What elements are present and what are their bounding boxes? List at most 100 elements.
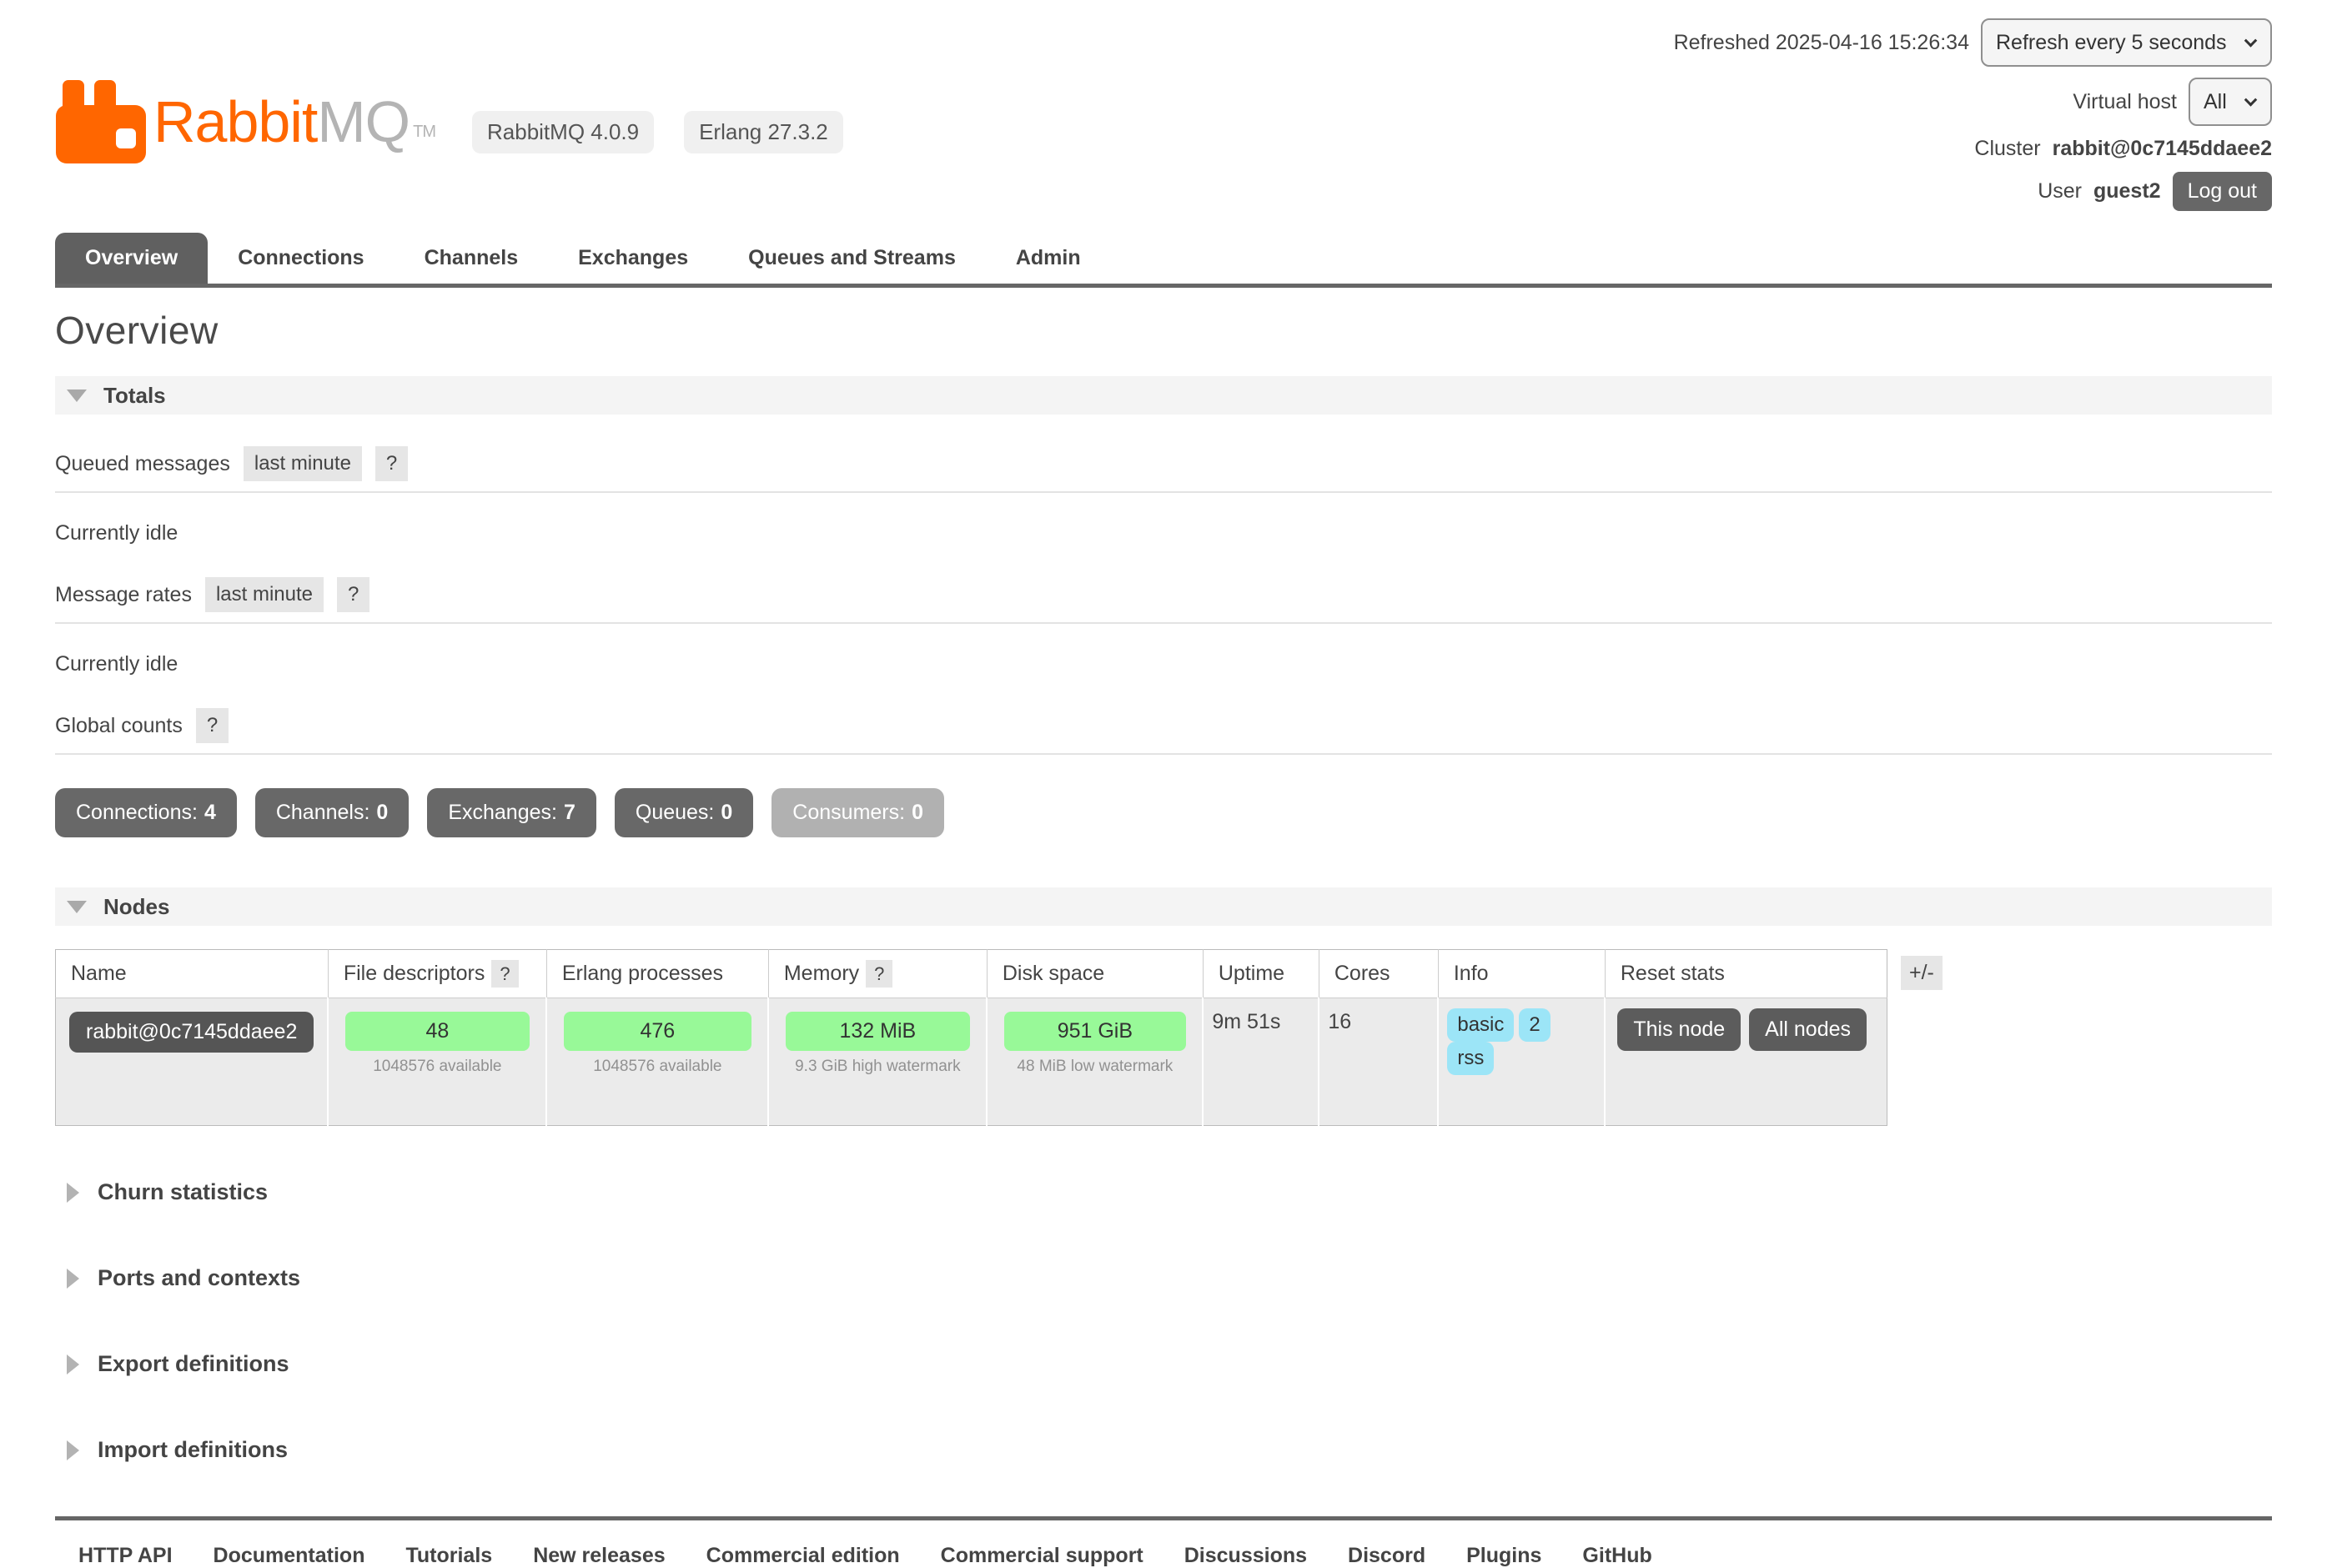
node-name-cell: rabbit@0c7145ddaee2 [56, 998, 329, 1126]
tab-admin[interactable]: Admin [986, 233, 1111, 284]
nodes-section-header[interactable]: Nodes [55, 887, 2272, 926]
disk-space-cell: 951 GiB 48 MiB low watermark [987, 998, 1203, 1126]
col-name: Name [56, 950, 329, 998]
totals-section-header[interactable]: Totals [55, 376, 2272, 415]
header: RabbitMQTM RabbitMQ 4.0.9 Erlang 27.3.2 … [55, 0, 2272, 211]
cores-cell: 16 [1319, 998, 1438, 1126]
footer-link-http-api[interactable]: HTTP API [78, 1544, 173, 1568]
col-cores: Cores [1319, 950, 1438, 998]
node-name-badge[interactable]: rabbit@0c7145ddaee2 [69, 1012, 314, 1053]
info-badge-basic: basic [1447, 1008, 1514, 1042]
churn-statistics-section-header[interactable]: Churn statistics [55, 1179, 2272, 1205]
connections-count-button[interactable]: Connections:4 [55, 788, 237, 837]
col-file-descriptors: File descriptors? [328, 950, 546, 998]
col-memory: Memory? [768, 950, 987, 998]
brand-rabbit-text: Rabbit [153, 89, 317, 154]
queued-messages-idle-text: Currently idle [55, 521, 2272, 545]
expand-triangle-icon [67, 1354, 79, 1375]
nodes-table-area: Name File descriptors? Erlang processes … [55, 949, 2272, 1126]
col-info: Info [1438, 950, 1605, 998]
queued-messages-help-icon[interactable]: ? [375, 446, 408, 481]
refreshed-timestamp: Refreshed 2025-04-16 15:26:34 [1674, 31, 1969, 55]
footer-link-new-releases[interactable]: New releases [533, 1544, 665, 1568]
ports-and-contexts-section-header[interactable]: Ports and contexts [55, 1265, 2272, 1291]
footer-link-github[interactable]: GitHub [1582, 1544, 1651, 1568]
erlang-version-badge: Erlang 27.3.2 [684, 111, 843, 153]
rabbitmq-version-badge: RabbitMQ 4.0.9 [472, 111, 654, 153]
uptime-cell: 9m 51s [1203, 998, 1319, 1126]
message-rates-help-icon[interactable]: ? [337, 577, 369, 612]
memory-cell: 132 MiB 9.3 GiB high watermark [768, 998, 987, 1126]
queues-count-button[interactable]: Queues:0 [615, 788, 753, 837]
cluster-line: Cluster rabbit@0c7145ddaee2 [1974, 137, 2272, 161]
nodes-table: Name File descriptors? Erlang processes … [55, 949, 1887, 1126]
tab-exchanges[interactable]: Exchanges [548, 233, 718, 284]
reset-all-nodes-button[interactable]: All nodes [1749, 1008, 1867, 1051]
refresh-interval-select-wrap: Refresh every 5 seconds [1981, 18, 2272, 67]
footer-link-discord[interactable]: Discord [1348, 1544, 1425, 1568]
file-descriptors-help-icon[interactable]: ? [491, 960, 518, 988]
col-disk-space: Disk space [987, 950, 1203, 998]
queued-messages-label: Queued messages [55, 452, 230, 476]
message-rates-period-pill[interactable]: last minute [205, 577, 324, 612]
reset-this-node-button[interactable]: This node [1617, 1008, 1741, 1051]
export-definitions-section-header[interactable]: Export definitions [55, 1351, 2272, 1377]
col-reset-stats: Reset stats [1605, 950, 1887, 998]
page-title: Overview [55, 308, 2272, 353]
header-meta: Refreshed 2025-04-16 15:26:34 Refresh ev… [1674, 18, 2272, 211]
main-nav-tabs: Overview Connections Channels Exchanges … [55, 233, 2272, 288]
footer-link-commercial-edition[interactable]: Commercial edition [706, 1544, 900, 1568]
footer-link-discussions[interactable]: Discussions [1184, 1544, 1307, 1568]
memory-gauge: 132 MiB [786, 1012, 970, 1051]
disk-space-gauge: 951 GiB [1004, 1012, 1186, 1051]
expand-triangle-icon [67, 1440, 79, 1460]
nodes-section-title: Nodes [103, 894, 169, 920]
footer-link-tutorials[interactable]: Tutorials [405, 1544, 492, 1568]
column-expander-control[interactable]: +/- [1901, 956, 1943, 990]
footer-link-plugins[interactable]: Plugins [1466, 1544, 1541, 1568]
tab-overview[interactable]: Overview [55, 233, 208, 284]
refresh-interval-select[interactable]: Refresh every 5 seconds [1981, 18, 2272, 67]
footer-links: HTTP API Documentation Tutorials New rel… [55, 1516, 2272, 1568]
expand-triangle-icon [67, 1269, 79, 1289]
virtual-host-label: Virtual host [2073, 90, 2177, 114]
file-descriptors-gauge: 48 [345, 1012, 530, 1051]
user-label: User [2038, 179, 2082, 204]
file-descriptors-cell: 48 1048576 available [328, 998, 546, 1126]
erlang-processes-cell: 476 1048576 available [546, 998, 768, 1126]
import-definitions-section-header[interactable]: Import definitions [55, 1437, 2272, 1463]
user-line: User guest2 Log out [2038, 172, 2272, 211]
memory-note: 9.3 GiB high watermark [777, 1058, 978, 1079]
erlang-processes-gauge: 476 [564, 1012, 751, 1051]
brand-mq-text: MQ [317, 89, 410, 154]
global-counts-label: Global counts [55, 714, 183, 738]
col-erlang-processes: Erlang processes [546, 950, 768, 998]
tab-connections[interactable]: Connections [208, 233, 394, 284]
consumers-count-button: Consumers:0 [771, 788, 944, 837]
info-badge-rss: rss [1447, 1042, 1494, 1075]
brand-area: RabbitMQTM RabbitMQ 4.0.9 Erlang 27.3.2 [55, 32, 843, 211]
channels-count-button[interactable]: Channels:0 [255, 788, 409, 837]
queued-messages-period-pill[interactable]: last minute [244, 446, 362, 481]
global-counts-row: Global counts ? [55, 708, 2272, 755]
disk-space-note: 48 MiB low watermark [996, 1058, 1194, 1079]
cluster-label: Cluster [1974, 137, 2040, 161]
logout-button[interactable]: Log out [2173, 172, 2272, 211]
nodes-header-row: Name File descriptors? Erlang processes … [56, 950, 1887, 998]
footer-link-commercial-support[interactable]: Commercial support [941, 1544, 1143, 1568]
global-count-buttons: Connections:4 Channels:0 Exchanges:7 Que… [55, 788, 2272, 837]
collapse-triangle-icon [67, 389, 87, 402]
message-rates-row: Message rates last minute ? [55, 577, 2272, 624]
virtual-host-select[interactable]: All [2189, 78, 2272, 126]
cluster-name: rabbit@0c7145ddaee2 [2053, 137, 2272, 161]
rabbitmq-overview-page: RabbitMQTM RabbitMQ 4.0.9 Erlang 27.3.2 … [0, 0, 2327, 1568]
tab-queues-and-streams[interactable]: Queues and Streams [718, 233, 986, 284]
footer-link-documentation[interactable]: Documentation [214, 1544, 365, 1568]
queued-messages-row: Queued messages last minute ? [55, 446, 2272, 493]
info-badge-2: 2 [1519, 1008, 1550, 1042]
exchanges-count-button[interactable]: Exchanges:7 [427, 788, 596, 837]
global-counts-help-icon[interactable]: ? [196, 708, 229, 743]
tab-channels[interactable]: Channels [395, 233, 549, 284]
memory-help-icon[interactable]: ? [866, 960, 892, 988]
info-cell: basic2 rss [1438, 998, 1605, 1126]
